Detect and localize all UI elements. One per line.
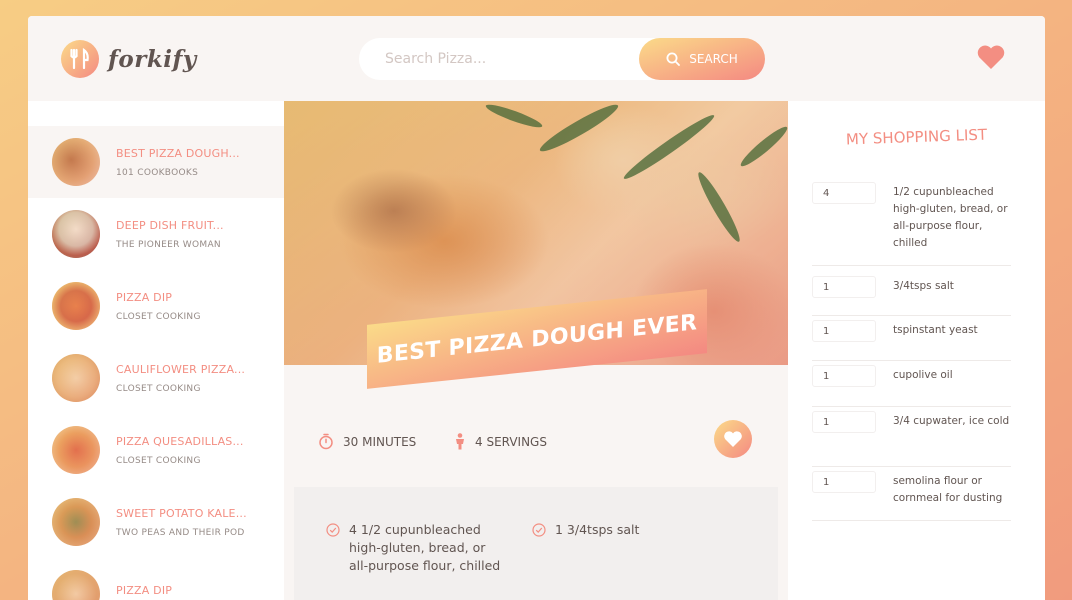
- shopping-item-desc: 1/2 cupunbleached high-gluten, bread, or…: [893, 186, 1008, 249]
- result-thumbnail: [52, 210, 100, 258]
- shopping-item-desc: 3/4tsps salt: [893, 280, 954, 292]
- shopping-qty-input[interactable]: [812, 471, 876, 493]
- logo[interactable]: forkify: [61, 40, 197, 78]
- recipe-time: 30 MINUTES: [318, 433, 416, 450]
- result-author: THE PIONEER WOMAN: [116, 239, 221, 250]
- shopping-item-desc: cupolive oil: [893, 369, 953, 381]
- ingredient-list: 4 1/2 cupunbleached high-gluten, bread, …: [294, 487, 778, 600]
- like-recipe-button[interactable]: [714, 420, 752, 458]
- shopping-qty-input[interactable]: [812, 411, 876, 433]
- stopwatch-icon: [319, 433, 333, 450]
- result-thumbnail: [52, 138, 100, 186]
- shopping-list-heading: MY SHOPPING LIST: [845, 125, 988, 149]
- shopping-list: MY SHOPPING LIST 1/2 cupunbleached high-…: [788, 101, 1045, 600]
- result-item[interactable]: PIZZA QUESADILLAS... CLOSET COOKING: [28, 414, 284, 486]
- result-thumbnail: [52, 426, 100, 474]
- result-thumbnail: [52, 282, 100, 330]
- shopping-item: 1/2 cupunbleached high-gluten, bread, or…: [812, 182, 1011, 266]
- recipe-panel: BEST PIZZA DOUGH EVER 30 MINUTES 4 SERVI…: [284, 99, 791, 600]
- heart-icon: [724, 431, 742, 447]
- search-form: Search: [359, 38, 765, 80]
- search-icon: [666, 52, 681, 66]
- check-circle-icon: [326, 523, 340, 537]
- result-author: 101 COOKBOOKS: [116, 167, 199, 178]
- result-title: DEEP DISH FRUIT...: [116, 218, 224, 232]
- recipe-details: 30 MINUTES 4 SERVINGS: [284, 411, 788, 471]
- search-button[interactable]: Search: [639, 38, 765, 80]
- app-window: forkify Search BEST PIZZA DOUGH... 101 CO…: [28, 16, 1045, 600]
- likes-button[interactable]: [976, 44, 1010, 74]
- heart-icon: [977, 45, 1005, 69]
- recipe-servings: 4 SERVINGS: [454, 433, 547, 450]
- logo-text: forkify: [108, 45, 197, 73]
- header: forkify Search: [28, 16, 1045, 101]
- shopping-item-desc: semolina flour or cornmeal for dusting: [893, 475, 1003, 504]
- search-results: BEST PIZZA DOUGH... 101 COOKBOOKS DEEP DIS…: [28, 101, 284, 600]
- result-title: PIZZA QUESADILLAS...: [116, 434, 244, 448]
- result-item[interactable]: CAULIFLOWER PIZZA... CLOSET COOKING: [28, 342, 284, 414]
- search-button-label: Search: [689, 52, 738, 66]
- result-item[interactable]: BEST PIZZA DOUGH... 101 COOKBOOKS: [28, 126, 284, 198]
- shopping-item: 3/4 cupwater, ice cold: [812, 411, 1011, 467]
- result-author: CLOSET COOKING: [116, 383, 201, 394]
- result-thumbnail: [52, 570, 100, 600]
- shopping-item: semolina flour or cornmeal for dusting: [812, 471, 1011, 521]
- shopping-item-desc: 3/4 cupwater, ice cold: [893, 415, 1010, 427]
- result-item[interactable]: PIZZA DIP CLOSET COOKING: [28, 270, 284, 342]
- shopping-item: cupolive oil: [812, 365, 1011, 407]
- shopping-qty-input[interactable]: [812, 276, 876, 298]
- ingredient-item: 1 3/4tsps salt: [532, 521, 708, 539]
- check-circle-icon: [532, 523, 546, 537]
- result-item[interactable]: PIZZA DIP: [28, 558, 284, 600]
- person-icon: [456, 433, 464, 450]
- result-title: CAULIFLOWER PIZZA...: [116, 362, 246, 376]
- result-author: CLOSET COOKING: [116, 311, 201, 322]
- shopping-qty-input[interactable]: [812, 182, 876, 204]
- shopping-qty-input[interactable]: [812, 365, 876, 387]
- result-thumbnail: [52, 498, 100, 546]
- ingredient-item: 4 1/2 cupunbleached high-gluten, bread, …: [326, 521, 502, 575]
- result-thumbnail: [52, 354, 100, 402]
- result-title: SWEET POTATO KALE...: [116, 506, 247, 520]
- result-title: BEST PIZZA DOUGH...: [116, 146, 240, 160]
- fork-knife-icon: [61, 40, 99, 78]
- result-author: CLOSET COOKING: [116, 455, 201, 466]
- shopping-item-desc: tspinstant yeast: [893, 324, 978, 336]
- shopping-qty-input[interactable]: [812, 320, 876, 342]
- result-item[interactable]: DEEP DISH FRUIT... THE PIONEER WOMAN: [28, 198, 284, 270]
- shopping-item: 3/4tsps salt: [812, 276, 1011, 316]
- result-title: PIZZA DIP: [116, 290, 173, 304]
- shopping-item: tspinstant yeast: [812, 320, 1011, 361]
- result-item[interactable]: SWEET POTATO KALE... TWO PEAS AND THEIR P…: [28, 486, 284, 558]
- result-title: PIZZA DIP: [116, 583, 173, 597]
- search-input[interactable]: [359, 38, 639, 80]
- result-author: TWO PEAS AND THEIR POD: [116, 527, 245, 538]
